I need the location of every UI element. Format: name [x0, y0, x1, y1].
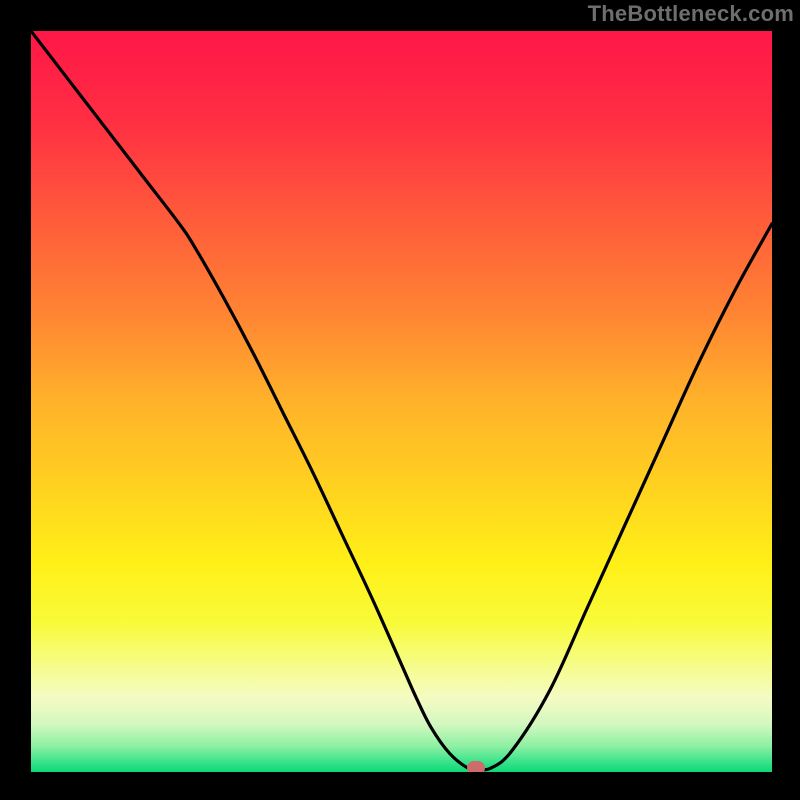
curve-layer [31, 31, 772, 772]
optimal-point-marker [467, 761, 485, 772]
attribution-text: TheBottleneck.com [588, 1, 794, 27]
bottleneck-curve [31, 31, 772, 770]
plot-area [31, 31, 772, 772]
chart-stage: TheBottleneck.com [0, 0, 800, 800]
